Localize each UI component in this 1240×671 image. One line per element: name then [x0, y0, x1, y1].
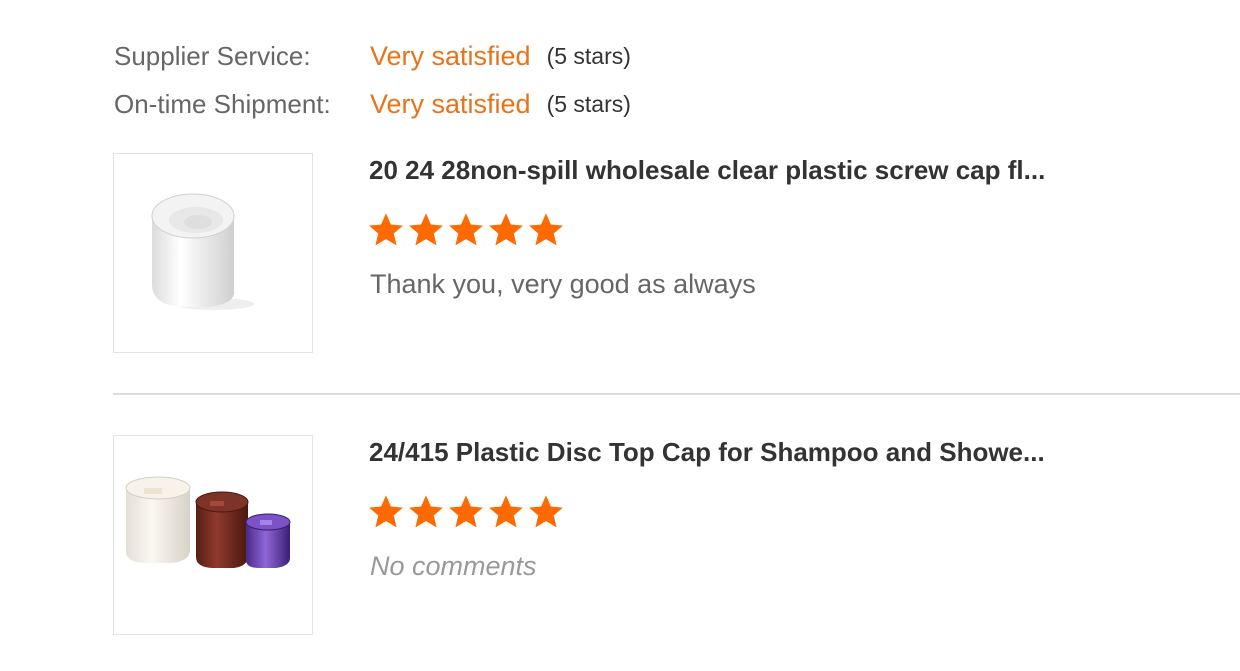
star-icon — [449, 213, 483, 246]
review-product-title[interactable]: 20 24 28non-spill wholesale clear plasti… — [369, 155, 1109, 186]
star-rating — [367, 493, 565, 531]
supplier-service-row: Supplier Service: Very satisfied (5 star… — [114, 32, 631, 80]
star-icon — [409, 213, 443, 246]
white-flip-cap-image — [151, 193, 254, 310]
review-comment: No comments — [370, 551, 537, 581]
review-item: 20 24 28non-spill wholesale clear plasti… — [113, 153, 1240, 353]
review-product-title[interactable]: 24/415 Plastic Disc Top Cap for Shampoo … — [369, 437, 1109, 468]
ontime-shipment-row: On-time Shipment: Very satisfied (5 star… — [114, 80, 631, 128]
star-icon — [369, 495, 403, 528]
star-rating — [367, 211, 565, 249]
star-icon — [529, 213, 563, 246]
three-disc-top-caps-image — [125, 476, 291, 568]
review-item: 24/415 Plastic Disc Top Cap for Shampoo … — [113, 435, 1240, 635]
star-icon — [489, 495, 523, 528]
ratings-summary: Supplier Service: Very satisfied (5 star… — [114, 32, 631, 128]
star-icon — [489, 213, 523, 246]
star-icon — [369, 213, 403, 246]
ontime-shipment-label: On-time Shipment: — [114, 88, 331, 119]
supplier-service-value: Very satisfied — [370, 40, 531, 71]
star-icon — [409, 495, 443, 528]
supplier-service-stars: (5 stars) — [546, 42, 631, 69]
review-divider — [113, 393, 1240, 395]
star-icon — [449, 495, 483, 528]
product-thumbnail[interactable] — [113, 435, 313, 635]
review-comment: Thank you, very good as always — [370, 269, 756, 299]
product-thumbnail[interactable] — [113, 153, 313, 353]
supplier-service-label: Supplier Service: — [114, 40, 311, 71]
star-icon — [529, 495, 563, 528]
ontime-shipment-value: Very satisfied — [370, 88, 531, 119]
ontime-shipment-stars: (5 stars) — [546, 90, 631, 117]
